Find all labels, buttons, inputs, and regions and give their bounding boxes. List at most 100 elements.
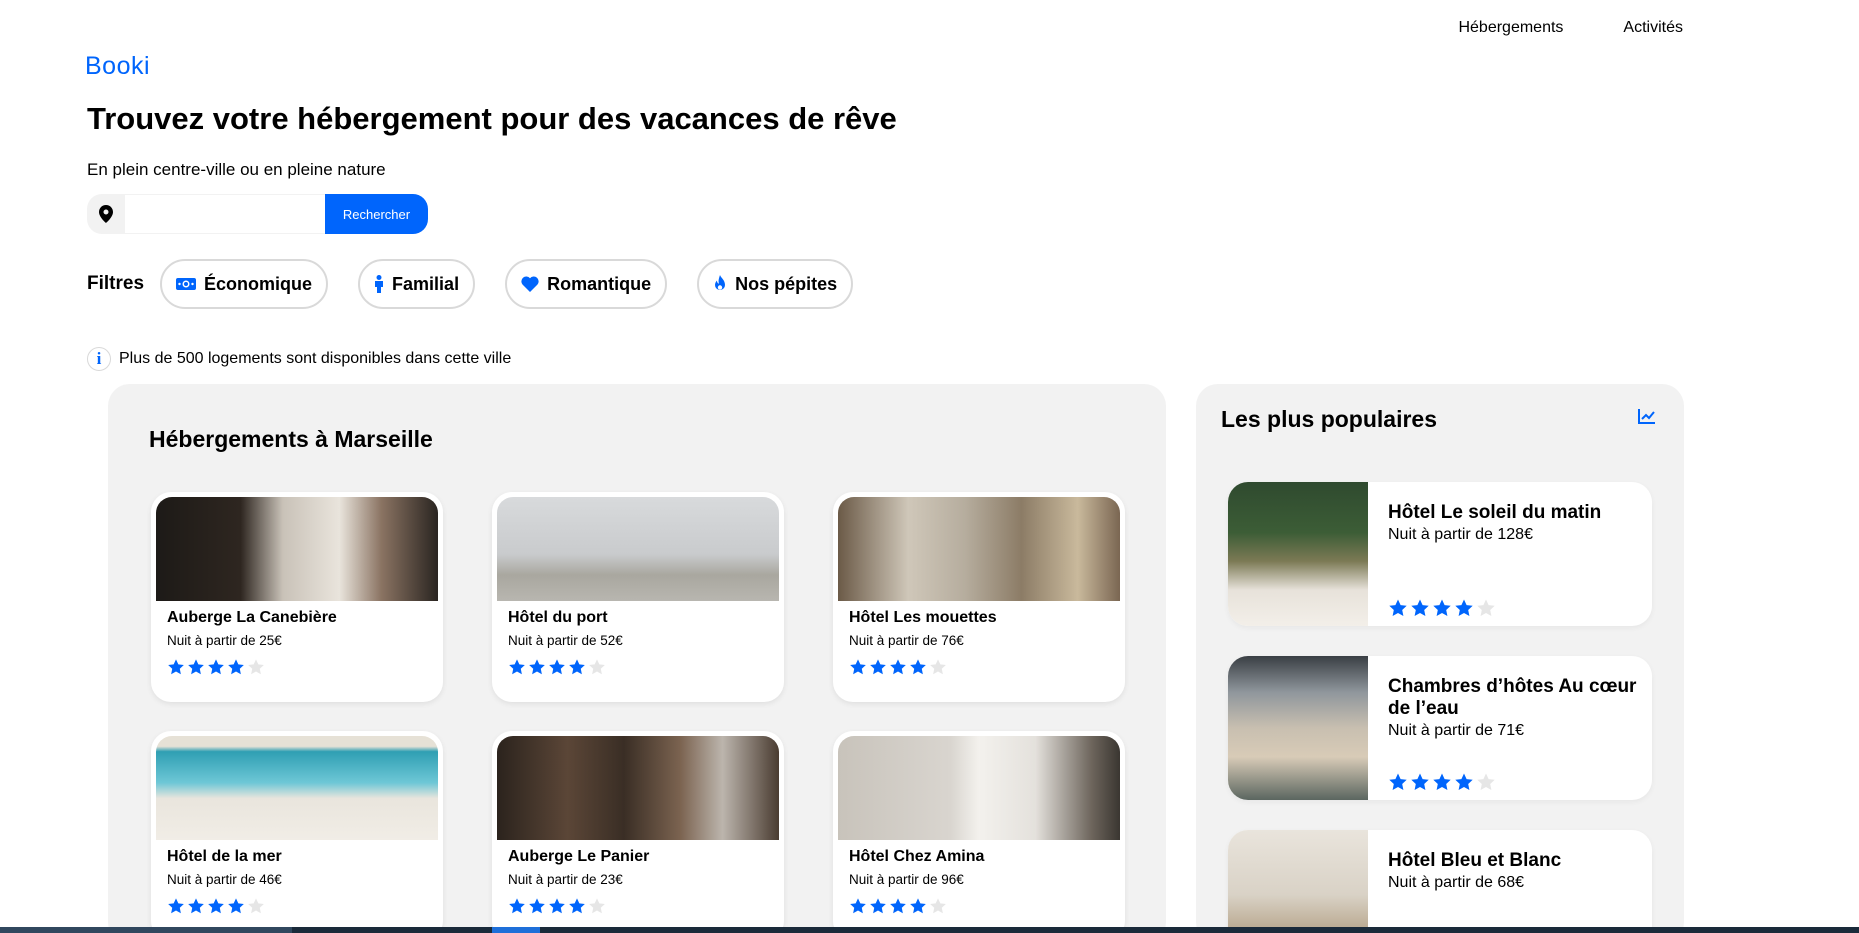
accommodations-section: Hébergements à Marseille Auberge La Cane… [108,384,1166,933]
accommodations-grid: Auberge La Canebière Nuit à partir de 25… [151,492,1125,933]
filter-label: Nos pépites [735,273,838,294]
accommodation-name: Hôtel Les mouettes [849,609,997,626]
popular-name: Hôtel Le soleil du matin [1388,502,1602,523]
star-filled-icon [529,659,545,675]
star-empty-icon [930,659,946,675]
star-filled-icon [890,898,906,914]
star-filled-icon [228,659,244,675]
star-filled-icon [1411,773,1429,790]
popular-title: Les plus populaires [1221,406,1437,432]
accommodation-name: Auberge La Canebière [167,609,337,626]
accommodation-card[interactable]: Hôtel Les mouettes Nuit à partir de 76€ [833,492,1125,702]
star-filled-icon [228,898,244,914]
star-filled-icon [910,898,926,914]
accommodation-price: Nuit à partir de 46€ [167,872,282,887]
star-filled-icon [208,659,224,675]
accommodation-card[interactable]: Hôtel Chez Amina Nuit à partir de 96€ [833,731,1125,933]
popular-card-body: Hôtel Le soleil du matin Nuit à partir d… [1368,482,1652,626]
popular-card-body: Hôtel Bleu et Blanc Nuit à partir de 68€ [1368,830,1652,933]
rating-stars [508,897,779,915]
star-filled-icon [569,659,585,675]
filters-label: Filtres [87,273,145,294]
rating-stars [508,658,779,676]
accommodation-image [497,497,779,601]
filter-familial[interactable]: Familial [358,259,476,309]
money-icon [176,277,197,291]
info-message: i Plus de 500 logements sont disponibles… [87,347,511,371]
popular-card[interactable]: Hôtel Bleu et Blanc Nuit à partir de 68€ [1228,830,1652,933]
accommodation-price: Nuit à partir de 23€ [508,872,623,887]
star-filled-icon [168,659,184,675]
star-filled-icon [890,659,906,675]
info-text: Plus de 500 logements sont disponibles d… [119,350,512,367]
accommodation-price: Nuit à partir de 25€ [167,633,282,648]
nav-link-activites[interactable]: Activités [1623,19,1683,37]
star-filled-icon [509,659,525,675]
star-filled-icon [188,659,204,675]
star-filled-icon [549,898,565,914]
rating-stars [849,897,1120,915]
page-title: Trouvez votre hébergement pour des vacan… [87,101,897,136]
accommodation-card[interactable]: Auberge La Canebière Nuit à partir de 25… [151,492,443,702]
heart-icon [521,276,539,292]
filter-romantique[interactable]: Romantique [505,259,668,309]
filter-label: Économique [204,273,313,294]
popular-price: Nuit à partir de 128€ [1388,526,1533,543]
accommodation-price: Nuit à partir de 52€ [508,633,623,648]
accommodation-card[interactable]: Hôtel du port Nuit à partir de 52€ [492,492,784,702]
accommodation-name: Hôtel de la mer [167,848,282,865]
accommodation-card[interactable]: Hôtel de la mer Nuit à partir de 46€ [151,731,443,933]
accommodation-name: Auberge Le Panier [508,848,650,865]
rating-stars [849,658,1120,676]
popular-card[interactable]: Chambres d’hôtes Au cœur de l’eau Nuit à… [1228,656,1652,800]
rating-stars [167,897,438,915]
filter-nos-pepites[interactable]: Nos pépites [697,259,854,309]
accommodation-image [838,497,1120,601]
star-empty-icon [1477,773,1495,790]
accommodation-image [156,736,438,840]
nav-link-hebergements[interactable]: Hébergements [1458,19,1563,37]
star-filled-icon [850,898,866,914]
star-filled-icon [850,659,866,675]
popular-name: Chambres d’hôtes Au cœur de l’eau [1388,676,1637,719]
star-filled-icon [1411,599,1429,616]
popular-image [1228,656,1368,800]
star-filled-icon [870,659,886,675]
accommodation-price: Nuit à partir de 96€ [849,872,964,887]
search-button[interactable]: Rechercher [325,194,428,234]
child-icon [374,275,384,293]
logo-text: Booki [85,52,151,80]
popular-image [1228,482,1368,626]
popular-name: Hôtel Bleu et Blanc [1388,850,1562,871]
star-filled-icon [529,898,545,914]
os-taskbar [0,927,1859,933]
star-empty-icon [248,659,264,675]
location-pin-icon [87,194,125,234]
accommodation-image [156,497,438,601]
star-filled-icon [910,659,926,675]
rating-stars [1388,772,1496,792]
star-filled-icon [1389,599,1407,616]
star-filled-icon [509,898,525,914]
taskbar-item-active[interactable] [492,927,540,933]
taskbar-item[interactable] [0,927,292,933]
accommodation-image [497,736,779,840]
filter-label: Romantique [547,273,652,294]
star-filled-icon [208,898,224,914]
filters-bar: Filtres Économique Familial Romantique N… [87,259,883,309]
star-filled-icon [569,898,585,914]
popular-card[interactable]: Hôtel Le soleil du matin Nuit à partir d… [1228,482,1652,626]
filter-economique[interactable]: Économique [160,259,329,309]
search-input[interactable] [125,194,325,234]
star-empty-icon [589,659,605,675]
search-bar: Rechercher [87,194,428,234]
star-empty-icon [1477,599,1495,616]
page-subtitle: En plein centre-ville ou en pleine natur… [87,160,386,179]
popular-price: Nuit à partir de 68€ [1388,874,1525,891]
star-empty-icon [589,898,605,914]
accommodation-card[interactable]: Auberge Le Panier Nuit à partir de 23€ [492,731,784,933]
booki-logo[interactable]: Booki [85,52,150,81]
star-filled-icon [870,898,886,914]
star-filled-icon [1433,773,1451,790]
popular-image [1228,830,1368,933]
